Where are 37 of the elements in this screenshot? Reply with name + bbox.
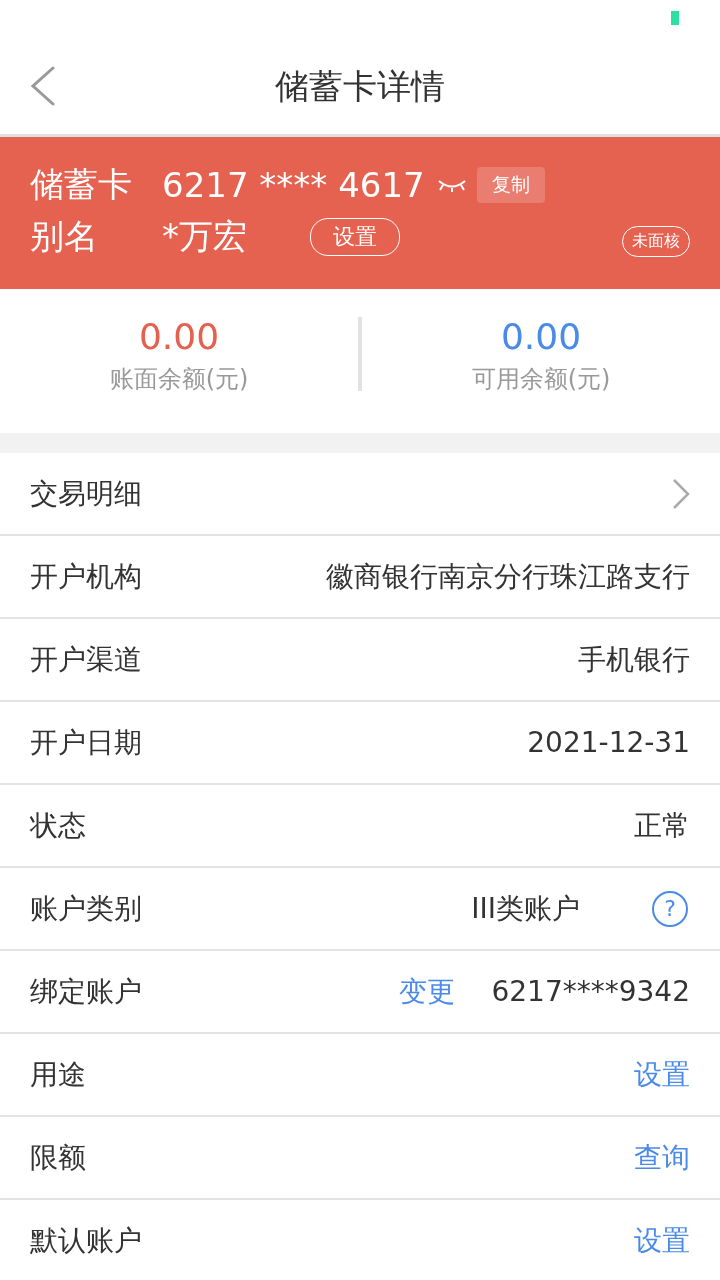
set-alias-button[interactable]: 设置 <box>310 218 400 256</box>
row-value: 2021-12-31 <box>527 726 690 759</box>
copy-button[interactable]: 复制 <box>476 167 545 203</box>
chevron-right-icon <box>672 477 690 510</box>
row-label: 账户类别 <box>30 890 142 927</box>
help-icon[interactable]: ? <box>652 890 688 927</box>
alias-value: *万宏 <box>162 215 248 258</box>
row-label: 交易明细 <box>30 475 142 512</box>
row-label: 绑定账户 <box>30 973 142 1010</box>
card-number: 6217 **** 4617 <box>162 165 425 205</box>
action-link[interactable]: 查询 <box>634 1138 690 1177</box>
row-label: 默认账户 <box>30 1222 142 1259</box>
balance-label: 账面余额(元) <box>109 363 249 395</box>
row-value: 6217****9342 <box>491 975 690 1008</box>
row-label: 状态 <box>30 807 86 844</box>
row-value: 手机银行 <box>578 641 690 678</box>
change-link[interactable]: 变更 <box>399 972 456 1011</box>
back-icon[interactable] <box>30 66 55 106</box>
row-label: 开户日期 <box>30 724 142 761</box>
row-label: 用途 <box>30 1056 86 1093</box>
closed-eye-icon[interactable] <box>436 178 467 192</box>
action-link[interactable]: 设置 <box>634 1221 690 1260</box>
row-label: 开户渠道 <box>30 641 142 678</box>
action-link[interactable]: 设置 <box>634 1055 690 1094</box>
row-value: 正常 <box>634 807 690 844</box>
row-label: 限额 <box>30 1139 86 1176</box>
battery-icon <box>671 11 679 25</box>
list-item[interactable]: 交易明细 <box>0 453 720 536</box>
row-label: 开户机构 <box>30 558 142 595</box>
balance-amount: 0.00 <box>500 315 582 357</box>
alias-label: 别名 <box>30 215 99 258</box>
row-value: 徽商银行南京分行珠江路支行 <box>326 558 690 595</box>
row-value: III类账户 <box>471 890 580 927</box>
card-type-label: 储蓄卡 <box>30 163 133 206</box>
balance-amount: 0.00 <box>138 315 220 357</box>
balance-label: 可用余额(元) <box>471 363 611 395</box>
page-title: 储蓄卡详情 <box>275 65 445 108</box>
